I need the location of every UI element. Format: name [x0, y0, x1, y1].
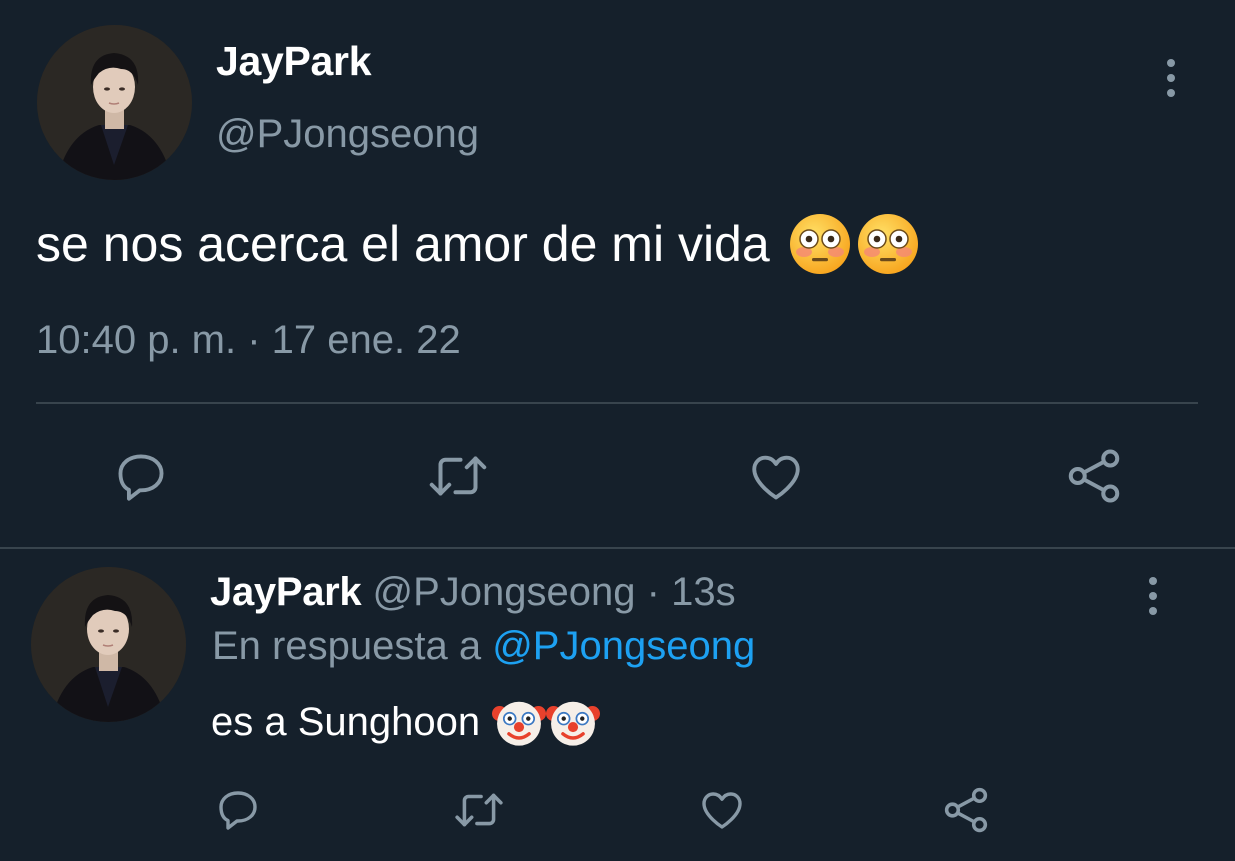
reply-tweet-reply-icon[interactable] [214, 786, 262, 834]
tweet-section-divider [0, 547, 1235, 549]
main-tweet-author-name[interactable]: JayPark [216, 38, 372, 85]
clown-face-emoji [546, 695, 601, 749]
main-tweet-timestamp[interactable]: 10:40 p. m. · 17 ene. 22 [36, 318, 461, 363]
reply-tweet-age: 13s [671, 570, 736, 614]
reply-tweet-avatar[interactable] [31, 567, 186, 722]
reply-tweet-mention-link[interactable]: @PJongseong [492, 624, 755, 668]
reply-tweet-like-icon[interactable] [697, 786, 747, 834]
clown-face-emoji [492, 695, 547, 749]
reply-tweet-header: JayPark @PJongseong · 13s [210, 570, 736, 615]
reply-tweet-separator: · [646, 570, 660, 614]
main-tweet-reply-icon[interactable] [112, 448, 170, 506]
reply-tweet-text-row: es a Sunghoon [211, 695, 601, 749]
flushed-face-emoji [788, 212, 852, 276]
main-tweet-more-vertical-icon[interactable] [1167, 59, 1175, 97]
main-tweet-handle[interactable]: @PJongseong [216, 112, 479, 157]
main-tweet-text: se nos acerca el amor de mi vida [36, 216, 770, 272]
main-tweet-share-icon[interactable] [1064, 446, 1124, 506]
reply-tweet-handle[interactable]: @PJongseong [373, 570, 636, 614]
reply-tweet-share-icon[interactable] [941, 785, 991, 835]
reply-tweet-retweet-icon[interactable] [451, 785, 507, 835]
main-tweet-retweet-icon[interactable] [424, 446, 492, 506]
reply-tweet-author-name[interactable]: JayPark [210, 570, 362, 614]
reply-tweet-text: es a Sunghoon [211, 699, 481, 744]
flushed-face-emoji [856, 212, 920, 276]
reply-tweet-more-vertical-icon[interactable] [1149, 577, 1157, 615]
main-tweet-avatar[interactable] [37, 25, 192, 180]
main-tweet-divider [36, 402, 1198, 404]
main-tweet-like-icon[interactable] [746, 448, 806, 506]
main-tweet-text-row: se nos acerca el amor de mi vida [36, 212, 920, 276]
reply-tweet-reply-prefix: En respuesta a [212, 624, 482, 668]
reply-tweet-reply-context: En respuesta a @PJongseong [212, 624, 755, 669]
